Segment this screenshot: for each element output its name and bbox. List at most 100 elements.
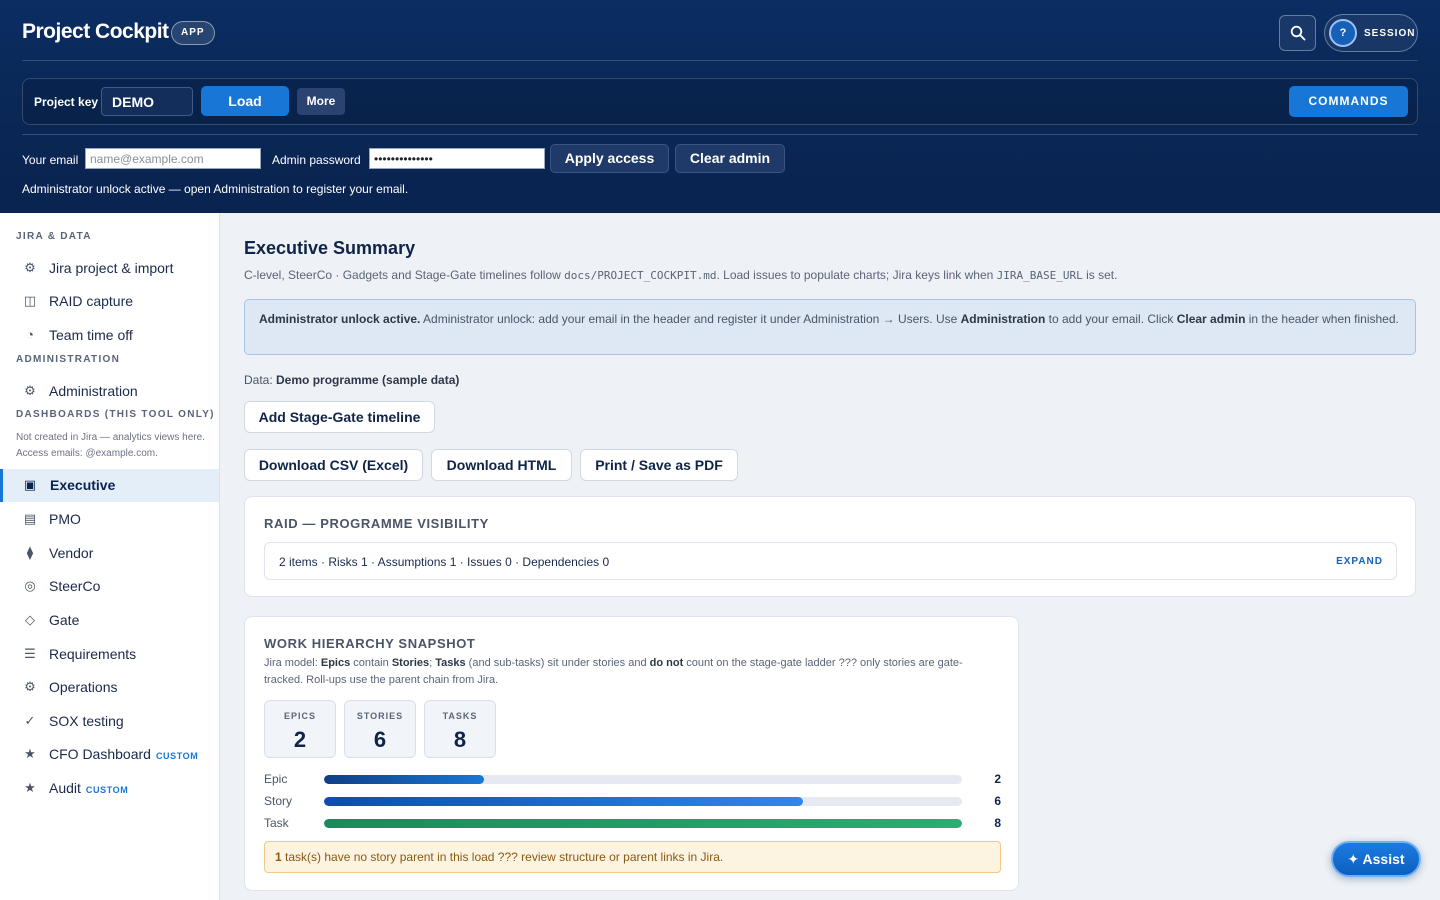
stat-tasks: TASKS 8 <box>424 700 496 758</box>
download-html-button[interactable]: Download HTML <box>431 449 572 481</box>
sidebar-item-label: Vendor <box>49 545 94 561</box>
sidebar-item-requirements[interactable]: ☰ Requirements <box>0 638 219 670</box>
star-icon: ★ <box>24 780 36 795</box>
download-csv-button[interactable]: Download CSV (Excel) <box>244 449 423 481</box>
dashboards-note: Not created in Jira — analytics views he… <box>16 432 205 459</box>
load-button[interactable]: Load <box>201 86 289 116</box>
doc-path-code: docs/PROJECT_COCKPIT.md <box>564 269 717 282</box>
section-dashboards: DASHBOARDS (THIS TOOL ONLY) <box>16 409 215 420</box>
info-strong: Administrator unlock active. <box>259 312 421 326</box>
bar-track <box>324 775 962 784</box>
apply-access-button[interactable]: Apply access <box>550 144 669 173</box>
sidebar-item-jira-import[interactable]: ⚙ Jira project & import <box>0 252 219 284</box>
clock-icon: ◔ <box>26 327 34 342</box>
project-key-label: Project key <box>34 95 99 109</box>
sidebar-item-cfo-dashboard[interactable]: ★ CFO Dashboard CUSTOM <box>0 738 219 770</box>
main-content: Executive Summary C-level, SteerCo · Gad… <box>220 213 1440 900</box>
admin-status-note: Administrator unlock active — open Admin… <box>22 182 409 196</box>
diamond-outline-icon: ◇ <box>25 612 35 627</box>
sidebar-item-text: CFO Dashboard <box>49 746 151 762</box>
desc-strong: Tasks <box>435 657 466 669</box>
header-divider <box>22 60 1418 61</box>
stat-stories: STORIES 6 <box>344 700 416 758</box>
warning-text: task(s) have no story parent in this loa… <box>281 850 724 864</box>
sidebar-item-audit[interactable]: ★ Audit CUSTOM <box>0 772 219 804</box>
raid-summary-row[interactable]: 2 items · Risks 1 · Assumptions 1 · Issu… <box>264 542 1397 580</box>
sidebar-item-vendor[interactable]: ⧫ Vendor <box>0 537 219 569</box>
add-stage-gate-button[interactable]: Add Stage-Gate timeline <box>244 401 435 433</box>
section-jira-data: JIRA & DATA <box>16 231 92 242</box>
print-pdf-button[interactable]: Print / Save as PDF <box>580 449 738 481</box>
sidebar-item-label: SOX testing <box>49 713 124 729</box>
sidebar-item-label: PMO <box>49 511 81 527</box>
table-icon: ▤ <box>23 511 37 526</box>
search-icon <box>1290 25 1306 41</box>
sidebar: JIRA & DATA ⚙ Jira project & import ◫ RA… <box>0 213 220 900</box>
password-label: Admin password <box>272 153 361 167</box>
section-administration: ADMINISTRATION <box>16 354 121 365</box>
sidebar-item-steerco[interactable]: ◎ SteerCo <box>0 570 219 602</box>
desc-strong: Epics <box>320 657 351 669</box>
sidebar-item-team-time-off[interactable]: ◔ Team time off <box>0 319 219 351</box>
avatar: ? <box>1329 19 1357 47</box>
search-button[interactable] <box>1279 15 1316 51</box>
data-source-line: Data: Demo programme (sample data) <box>244 373 459 387</box>
sidebar-item-sox-testing[interactable]: ✓ SOX testing <box>0 705 219 737</box>
bar-track <box>324 819 962 828</box>
subtitle-text: C-level, SteerCo · Gadgets and Stage-Gat… <box>244 268 565 282</box>
project-key-input[interactable] <box>101 87 193 116</box>
bar-fill <box>324 819 962 828</box>
email-field[interactable] <box>85 148 261 169</box>
work-hierarchy-title: WORK HIERARCHY SNAPSHOT <box>264 636 476 651</box>
assist-label: Assist <box>1362 851 1405 867</box>
work-hierarchy-description: Jira model: Epics contain Stories; Tasks… <box>264 655 994 689</box>
desc-text: (and sub-tasks) sit under stories and <box>465 657 650 669</box>
desc-strong: Stories <box>391 657 430 669</box>
target-icon: ◎ <box>24 578 36 593</box>
stat-value: 8 <box>453 727 467 752</box>
subtitle-text: . Load issues to populate charts; Jira k… <box>716 268 997 282</box>
raid-card-title: RAID — PROGRAMME VISIBILITY <box>264 516 489 531</box>
admin-password-field[interactable] <box>369 148 545 169</box>
info-text: in the header when finished. <box>1245 312 1399 326</box>
bar-fill <box>324 797 803 806</box>
stat-value: 6 <box>373 727 387 752</box>
card-icon: ▣ <box>23 477 37 492</box>
sidebar-item-administration[interactable]: ⚙ Administration <box>0 375 219 407</box>
bar-row-story: Story 6 <box>264 794 1001 808</box>
gear-icon: ⚙ <box>24 679 36 694</box>
bar-label: Task <box>264 816 289 830</box>
grid-icon: ◫ <box>23 293 37 308</box>
desc-strong: do not <box>649 657 684 669</box>
desc-text: contain <box>350 657 392 669</box>
bar-value: 6 <box>994 794 1001 808</box>
bar-label: Epic <box>264 772 288 786</box>
sidebar-item-gate[interactable]: ◇ Gate <box>0 604 219 636</box>
list-icon: ☰ <box>24 646 36 661</box>
assist-button[interactable]: ✦ Assist <box>1331 841 1421 877</box>
diamond-icon: ⧫ <box>26 545 34 560</box>
sparkle-icon: ✦ <box>1347 851 1360 867</box>
sidebar-item-operations[interactable]: ⚙ Operations <box>0 671 219 703</box>
commands-button[interactable]: COMMANDS <box>1289 86 1408 117</box>
sidebar-item-pmo[interactable]: ▤ PMO <box>0 503 219 535</box>
session-label: SESSION <box>1364 28 1416 39</box>
expand-button[interactable]: EXPAND <box>1336 556 1383 567</box>
info-text: to add your email. Click <box>1045 312 1177 326</box>
session-button[interactable]: ? SESSION <box>1324 14 1418 52</box>
gear-icon: ⚙ <box>24 260 36 275</box>
raid-card: RAID — PROGRAMME VISIBILITY 2 items · Ri… <box>244 496 1416 597</box>
custom-tag: CUSTOM <box>85 785 129 795</box>
sidebar-item-label: Jira project & import <box>49 260 174 276</box>
admin-info-banner: Administrator unlock active. Administrat… <box>244 299 1416 355</box>
stat-label: TASKS <box>442 711 478 721</box>
bar-fill <box>324 775 484 784</box>
clear-admin-button[interactable]: Clear admin <box>675 144 785 173</box>
more-button[interactable]: More <box>297 88 345 115</box>
sidebar-item-raid-capture[interactable]: ◫ RAID capture <box>0 285 219 317</box>
sidebar-item-label: Gate <box>49 612 80 628</box>
raid-summary: 2 items · Risks 1 · Assumptions 1 · Issu… <box>279 555 610 569</box>
sidebar-item-executive[interactable]: ▣ Executive <box>0 469 219 502</box>
sidebar-item-label: Requirements <box>49 646 137 662</box>
warning-count: 1 <box>275 850 282 864</box>
